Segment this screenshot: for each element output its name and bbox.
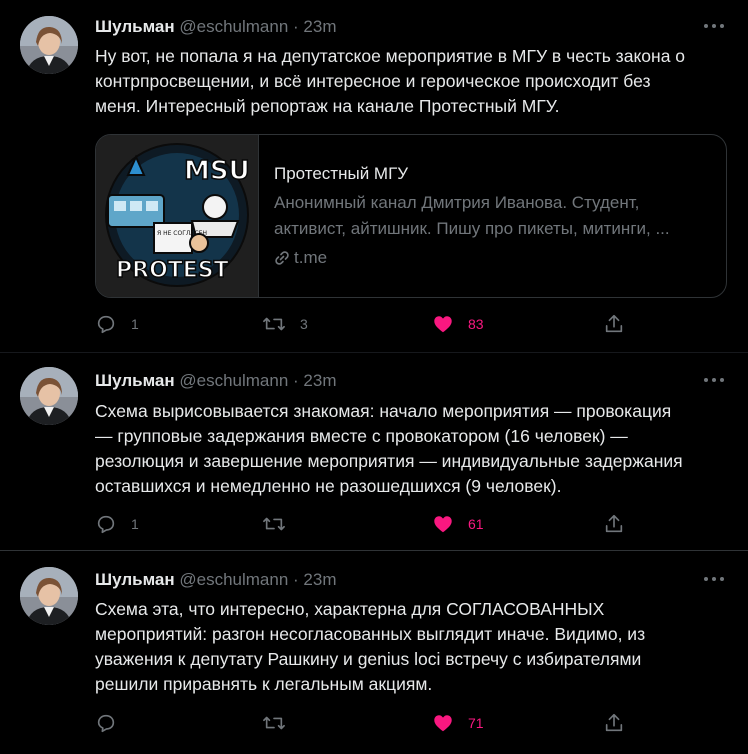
author-handle[interactable]: @eschulmann · 23m bbox=[179, 371, 336, 390]
card-desc-line: Анонимный канал Дмитрия Иванова. Студент… bbox=[274, 193, 640, 212]
like-count: 61 bbox=[468, 516, 484, 532]
avatar[interactable] bbox=[20, 567, 78, 625]
tweet[interactable]: Шульман @eschulmann · 23m Ну вот, не поп… bbox=[0, 0, 748, 352]
text-line: Схема эта, что интересно, характерна для… bbox=[95, 599, 605, 619]
card-image-subtitle: PROTEST bbox=[116, 258, 229, 283]
reply-button[interactable]: 1 bbox=[95, 513, 139, 535]
like-button[interactable]: 71 bbox=[432, 712, 484, 734]
text-line: Схема вырисовывается знакомая: начало ме… bbox=[95, 401, 672, 421]
reply-button[interactable]: 1 bbox=[95, 313, 139, 335]
retweet-button[interactable] bbox=[262, 712, 300, 734]
share-button[interactable] bbox=[603, 513, 625, 535]
tweet-header: Шульман @eschulmann · 23m bbox=[95, 570, 336, 590]
retweet-icon bbox=[263, 517, 285, 531]
card-description: Анонимный канал Дмитрия Иванова. Студент… bbox=[274, 190, 714, 242]
like-count: 71 bbox=[468, 715, 484, 731]
tweet-text: Схема эта, что интересно, характерна для… bbox=[95, 597, 725, 697]
reply-count: 1 bbox=[131, 516, 139, 532]
share-button[interactable] bbox=[603, 712, 625, 734]
text-line: мероприятий: разгон несогласованных выгл… bbox=[95, 624, 646, 644]
retweet-count: 3 bbox=[300, 316, 308, 332]
share-icon bbox=[605, 713, 623, 732]
link-icon bbox=[275, 251, 289, 265]
share-icon bbox=[605, 314, 623, 333]
card-link-domain[interactable]: t.me bbox=[294, 246, 327, 270]
author-handle[interactable]: @eschulmann · 23m bbox=[179, 17, 336, 36]
text-line: Ну вот, не попала я на депутатское мероп… bbox=[95, 46, 686, 66]
author-handle[interactable]: @eschulmann · 23m bbox=[179, 570, 336, 589]
reply-icon bbox=[97, 714, 115, 733]
card-desc-line: активист, айтишник. Пишу про пикеты, мит… bbox=[274, 219, 670, 238]
card-title: Протестный МГУ bbox=[274, 164, 409, 183]
text-line: уважения к депутату Рашкину и genius loc… bbox=[95, 649, 642, 669]
tweet-actions: 1 3 83 bbox=[95, 313, 635, 337]
card-link[interactable]: t.me bbox=[274, 246, 714, 270]
author-name[interactable]: Шульман bbox=[95, 371, 175, 390]
card-image-title: MSU bbox=[184, 156, 250, 186]
text-line: контрпросвещении, и всё интересное и гер… bbox=[95, 71, 651, 91]
link-card[interactable]: Я НЕ СОГЛАСЕН MSU PROTEST Протестный МГУ… bbox=[95, 134, 727, 298]
like-button[interactable]: 61 bbox=[432, 513, 484, 535]
like-icon bbox=[434, 316, 452, 333]
reply-icon bbox=[97, 315, 115, 334]
text-line: резолюция и завершение мероприятия — инд… bbox=[95, 451, 683, 471]
author-name[interactable]: Шульман bbox=[95, 17, 175, 36]
retweet-button[interactable] bbox=[262, 513, 300, 535]
text-line: оставшихся и немедленно не разошедшихся … bbox=[95, 476, 562, 496]
tweet[interactable]: Шульман @eschulmann · 23m Схема эта, что… bbox=[0, 550, 748, 754]
author-name[interactable]: Шульман bbox=[95, 570, 175, 589]
retweet-button[interactable]: 3 bbox=[262, 313, 308, 335]
more-icon[interactable] bbox=[704, 577, 724, 583]
like-icon bbox=[434, 516, 452, 533]
retweet-icon bbox=[263, 317, 285, 331]
avatar[interactable] bbox=[20, 16, 78, 74]
text-line: меня. Интересный репортаж на канале Прот… bbox=[95, 96, 560, 116]
reply-button[interactable] bbox=[95, 712, 131, 734]
tweet-text: Ну вот, не попала я на депутатское мероп… bbox=[95, 44, 725, 119]
share-icon bbox=[605, 514, 623, 533]
tweet-header: Шульман @eschulmann · 23m bbox=[95, 17, 336, 37]
tweet-actions: 1 61 bbox=[95, 513, 635, 537]
more-icon[interactable] bbox=[704, 24, 724, 30]
avatar[interactable] bbox=[20, 367, 78, 425]
like-count: 83 bbox=[468, 316, 484, 332]
like-button[interactable]: 83 bbox=[432, 313, 484, 335]
text-line: — групповые задержания вместе с провокат… bbox=[95, 426, 628, 446]
card-image: Я НЕ СОГЛАСЕН MSU PROTEST bbox=[96, 135, 259, 297]
reply-count: 1 bbox=[131, 316, 139, 332]
tweet-header: Шульман @eschulmann · 23m bbox=[95, 371, 336, 391]
share-button[interactable] bbox=[603, 313, 625, 335]
tweet-actions: 71 bbox=[95, 712, 635, 736]
retweet-icon bbox=[263, 716, 285, 730]
text-line: решили приравнять к легальным акциям. bbox=[95, 674, 433, 694]
tweet[interactable]: Шульман @eschulmann · 23m Схема вырисовы… bbox=[0, 352, 748, 551]
like-icon bbox=[434, 715, 452, 732]
card-text: Протестный МГУ Анонимный канал Дмитрия И… bbox=[274, 162, 714, 270]
more-icon[interactable] bbox=[704, 378, 724, 384]
tweet-text: Схема вырисовывается знакомая: начало ме… bbox=[95, 399, 725, 499]
reply-icon bbox=[97, 515, 115, 534]
